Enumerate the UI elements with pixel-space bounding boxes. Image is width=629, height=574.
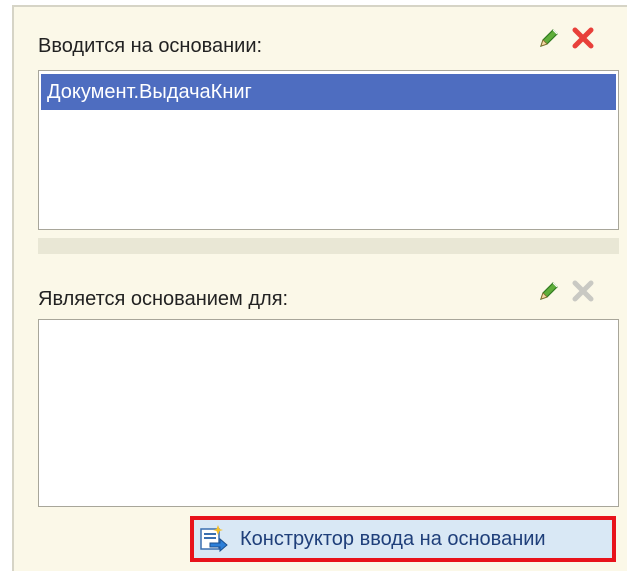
constructor-button-label: Конструктор ввода на основании xyxy=(240,527,546,550)
based-on-label: Вводится на основании: xyxy=(38,35,263,57)
basis-for-label: Является основанием для: xyxy=(38,288,289,310)
pencil-icon[interactable] xyxy=(536,278,562,304)
basis-for-list[interactable] xyxy=(38,319,619,507)
constructor-button[interactable]: Конструктор ввода на основании xyxy=(190,516,616,562)
close-icon[interactable] xyxy=(570,25,596,51)
based-on-panel: Вводится на основании: Документ.ВыдачаКн… xyxy=(12,5,627,571)
based-on-list[interactable]: Документ.ВыдачаКниг xyxy=(38,70,619,230)
pencil-icon[interactable] xyxy=(536,25,562,51)
list-item[interactable]: Документ.ВыдачаКниг xyxy=(41,74,616,110)
close-icon-disabled xyxy=(570,278,596,304)
wizard-icon xyxy=(198,523,230,555)
section-separator xyxy=(38,238,619,254)
